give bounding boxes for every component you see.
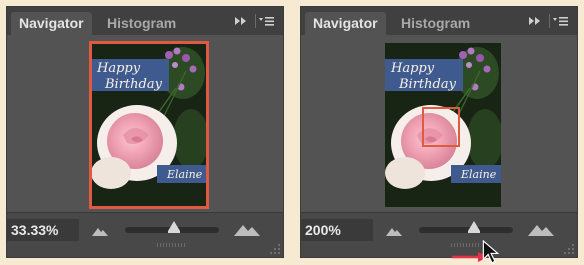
grip-handle bbox=[157, 243, 185, 247]
proxy-view-box[interactable] bbox=[422, 107, 460, 147]
arrow-cursor-icon bbox=[482, 240, 500, 264]
resize-grip-icon[interactable] bbox=[269, 243, 281, 255]
navigator-panel-200: Navigator Histogram Happy Birthday Elain… bbox=[300, 6, 578, 258]
navigator-viewport[interactable]: Happy Birthday Elaine bbox=[301, 35, 577, 215]
zoom-slider-track[interactable] bbox=[419, 227, 513, 233]
card-greeting-line1: Happy bbox=[391, 61, 435, 76]
zoom-percentage-field[interactable]: 33.33% bbox=[7, 219, 79, 241]
panel-tab-bar: Navigator Histogram bbox=[301, 7, 577, 35]
panel-tab-bar: Navigator Histogram bbox=[7, 7, 283, 35]
large-mountain-icon[interactable] bbox=[527, 222, 555, 237]
grip-handle bbox=[451, 243, 479, 247]
card-greeting-line2: Birthday bbox=[399, 77, 456, 92]
zoom-controls: 33.33% bbox=[7, 212, 283, 257]
tab-navigator[interactable]: Navigator bbox=[11, 12, 92, 35]
proxy-view-box[interactable] bbox=[89, 41, 209, 209]
zoom-slider-handle[interactable] bbox=[467, 221, 480, 233]
tab-histogram[interactable]: Histogram bbox=[99, 12, 184, 35]
double-chevron-right-icon[interactable] bbox=[527, 14, 543, 28]
panel-menu-icon[interactable] bbox=[549, 14, 569, 28]
double-chevron-right-icon[interactable] bbox=[233, 14, 249, 28]
tab-navigator[interactable]: Navigator bbox=[305, 12, 386, 35]
zoom-slider-handle[interactable] bbox=[167, 221, 180, 233]
small-mountain-icon[interactable] bbox=[91, 225, 109, 237]
resize-grip-icon[interactable] bbox=[563, 243, 575, 255]
card-name: Elaine bbox=[461, 168, 497, 181]
navigator-panel-33: Navigator Histogram Happy Birthday Elain… bbox=[6, 6, 284, 258]
zoom-percentage-field[interactable]: 200% bbox=[301, 219, 373, 241]
navigator-viewport[interactable]: Happy Birthday Elaine bbox=[7, 35, 283, 215]
large-mountain-icon[interactable] bbox=[233, 222, 261, 237]
tab-histogram[interactable]: Histogram bbox=[393, 12, 478, 35]
small-mountain-icon[interactable] bbox=[385, 225, 403, 237]
panel-menu-icon[interactable] bbox=[255, 14, 275, 28]
zoom-controls: 200% bbox=[301, 212, 577, 257]
